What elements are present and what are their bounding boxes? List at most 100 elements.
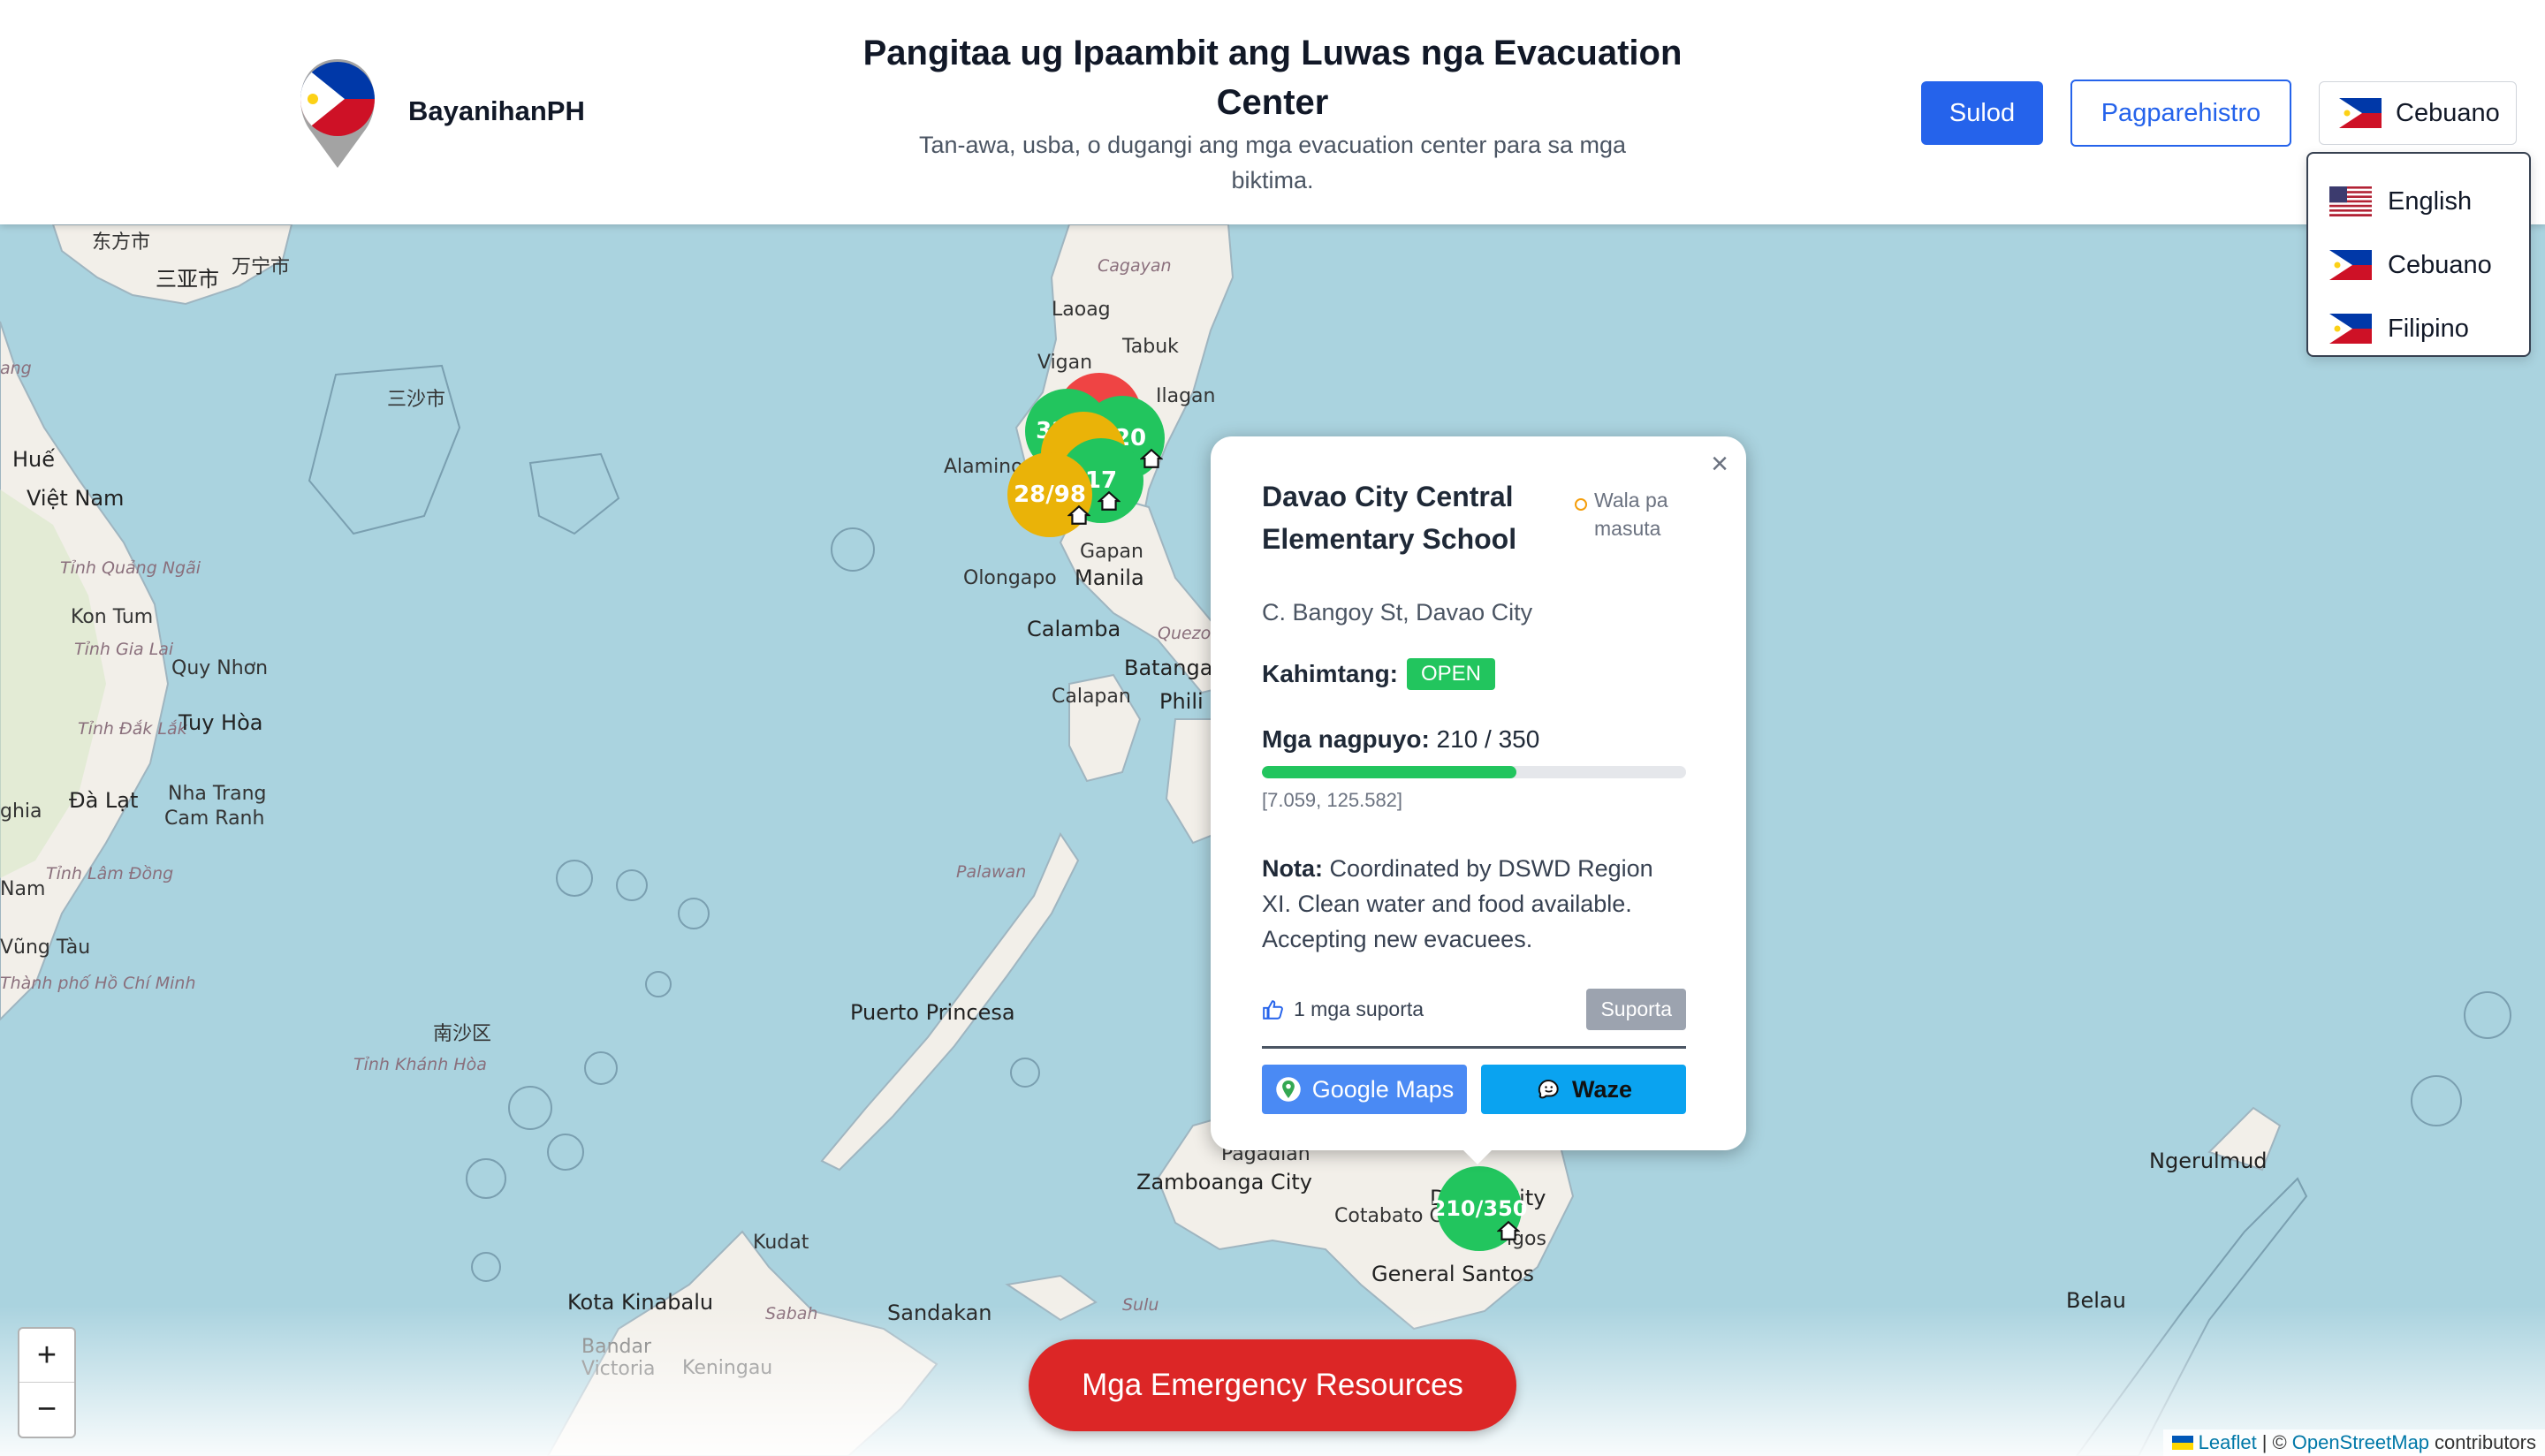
map-label: Kota Kinabalu bbox=[567, 1290, 714, 1315]
register-button[interactable]: Pagparehistro bbox=[2070, 80, 2291, 147]
language-option-cebuano[interactable]: Cebuano bbox=[2308, 233, 2529, 297]
map-label: Tuy Hòa bbox=[179, 710, 263, 735]
map-label: Tỉnh Đắk Lắk bbox=[78, 719, 187, 739]
map-label: 东方市 bbox=[92, 231, 151, 254]
map-label: Tỉnh Khánh Hòa bbox=[353, 1055, 487, 1074]
home-icon bbox=[1067, 504, 1090, 525]
occupancy-bar bbox=[1262, 766, 1686, 778]
login-button[interactable]: Sulod bbox=[1921, 81, 2043, 145]
status-badge: OPEN bbox=[1407, 658, 1496, 690]
attribution-suffix: contributors bbox=[2435, 1431, 2536, 1453]
popup-note: Nota: Coordinated by DSWD Region XI. Cle… bbox=[1262, 851, 1686, 957]
map-label: Puerto Princesa bbox=[850, 1000, 1015, 1025]
language-option-filipino[interactable]: Filipino bbox=[2308, 297, 2529, 360]
map-label: Ngerulmud bbox=[2149, 1149, 2268, 1173]
map-label: Belau bbox=[2066, 1288, 2126, 1313]
map-label: 南沙区 bbox=[433, 1023, 492, 1045]
popup-address: C. Bangoy St, Davao City bbox=[1262, 599, 1533, 626]
map-label: Ilagan bbox=[1156, 385, 1216, 407]
map-label: Huế bbox=[12, 447, 56, 472]
occupancy-label: Mga nagpuyo: bbox=[1262, 725, 1430, 753]
zoom-in-button[interactable]: + bbox=[19, 1329, 74, 1383]
map-label: Calamba bbox=[1027, 617, 1121, 641]
support-button[interactable]: Suporta bbox=[1586, 989, 1686, 1030]
map-label: Đà Lạt bbox=[69, 788, 139, 813]
status-label: Kahimtang: bbox=[1262, 660, 1398, 687]
leaflet-link[interactable]: Leaflet bbox=[2199, 1431, 2257, 1454]
map-label: Kudat bbox=[753, 1232, 809, 1254]
language-option-label: Filipino bbox=[2388, 314, 2469, 343]
rating-status: Wala pa masuta bbox=[1575, 486, 1698, 542]
map-label: Tỉnh Gia Lai bbox=[74, 640, 174, 659]
occupancy-bar-fill bbox=[1262, 766, 1516, 778]
support-count: 1 mga suporta bbox=[1262, 997, 1424, 1021]
thumbs-up-icon bbox=[1263, 999, 1283, 1020]
osm-link[interactable]: OpenStreetMap bbox=[2292, 1431, 2429, 1454]
map-label: Palawan bbox=[956, 862, 1027, 882]
attribution-separator: | © bbox=[2261, 1431, 2287, 1453]
us-flag-icon bbox=[2329, 186, 2372, 216]
map-label: Sabah bbox=[765, 1304, 818, 1323]
home-icon bbox=[1497, 1220, 1520, 1240]
map-label: ghia bbox=[0, 800, 42, 823]
map-attribution: Leaflet | © OpenStreetMap contributors bbox=[2162, 1429, 2545, 1456]
status-row: Kahimtang: OPEN bbox=[1262, 658, 1686, 690]
language-current: Cebuano bbox=[2396, 98, 2500, 127]
map-label: Olongapo bbox=[963, 567, 1057, 589]
map-label: 万宁市 bbox=[232, 256, 291, 278]
map-label: Bandar Victoria bbox=[581, 1336, 656, 1380]
map-label: Nha Trang bbox=[168, 783, 267, 805]
page-subtitle: Tan-awa, usba, o dugangi ang mga evacuat… bbox=[918, 132, 1627, 193]
rating-text: Wala pa masuta bbox=[1594, 489, 1668, 540]
google-maps-button[interactable]: Google Maps bbox=[1262, 1065, 1467, 1114]
app-header: BayanihanPH Pangitaa ug Ipaambit ang Luw… bbox=[0, 0, 2545, 224]
map-label: Zamboanga City bbox=[1136, 1170, 1312, 1194]
map-label: Laoag bbox=[1052, 299, 1111, 321]
map-label: Phili bbox=[1159, 689, 1204, 714]
popup-title: Davao City Central Elementary School bbox=[1262, 481, 1517, 555]
close-icon[interactable]: × bbox=[1711, 447, 1728, 482]
language-option-english[interactable]: English bbox=[2308, 170, 2529, 233]
ph-flag-pin-logo[interactable] bbox=[292, 55, 384, 170]
support-count-text: 1 mga suporta bbox=[1294, 997, 1424, 1020]
note-label: Nota: bbox=[1262, 855, 1323, 882]
ukraine-flag-icon bbox=[2171, 1436, 2193, 1450]
occupancy-value: 210 / 350 bbox=[1436, 725, 1540, 753]
map-label: Tỉnh Lâm Đồng bbox=[46, 864, 174, 883]
language-option-label: Cebuano bbox=[2388, 250, 2492, 279]
waze-label: Waze bbox=[1571, 1075, 1632, 1103]
map-label: Manila bbox=[1075, 565, 1144, 590]
map-label: Vigan bbox=[1037, 352, 1093, 374]
map-label: Gapan bbox=[1080, 541, 1143, 563]
waze-button[interactable]: Waze bbox=[1481, 1065, 1686, 1114]
map-label: Cagayan bbox=[1098, 256, 1172, 276]
ph-flag-icon bbox=[2339, 98, 2382, 128]
support-row: 1 mga suporta Suporta bbox=[1262, 989, 1686, 1049]
map-label: Batangas bbox=[1124, 656, 1224, 680]
map-label: Thành phố Hồ Chí Minh bbox=[0, 974, 196, 993]
map-label: Calapan bbox=[1052, 686, 1131, 708]
map-label: General Santos bbox=[1371, 1262, 1534, 1286]
map-label: Sulu bbox=[1122, 1295, 1159, 1315]
navigation-buttons: Google Maps Waze bbox=[1262, 1065, 1686, 1114]
map-label: Quy Nhơn bbox=[171, 657, 269, 679]
map-label: Nam bbox=[0, 878, 46, 900]
map-label: Tỉnh Quảng Ngãi bbox=[60, 558, 201, 578]
popup-coords: [7.059, 125.582] bbox=[1262, 789, 1403, 811]
zoom-control: + − bbox=[18, 1327, 76, 1438]
language-option-label: English bbox=[2388, 186, 2473, 216]
popup-tip bbox=[1458, 1145, 1497, 1164]
map-label: Cam Ranh bbox=[164, 808, 265, 830]
waze-icon bbox=[1538, 1079, 1559, 1099]
map-label: Kon Tum bbox=[71, 606, 154, 628]
page-title: Pangitaa ug Ipaambit ang Luwas nga Evacu… bbox=[862, 34, 1683, 122]
language-selector[interactable]: Cebuano bbox=[2319, 81, 2517, 145]
ph-flag-icon bbox=[2329, 314, 2372, 344]
zoom-out-button[interactable]: − bbox=[19, 1383, 74, 1437]
map-label: 三亚市 bbox=[156, 267, 219, 292]
map-label: Vũng Tàu bbox=[0, 937, 91, 959]
home-icon bbox=[1098, 490, 1121, 511]
brand-name: BayanihanPH bbox=[408, 95, 585, 126]
emergency-resources-button[interactable]: Mga Emergency Resources bbox=[1029, 1339, 1516, 1431]
ph-flag-icon bbox=[2329, 250, 2372, 280]
